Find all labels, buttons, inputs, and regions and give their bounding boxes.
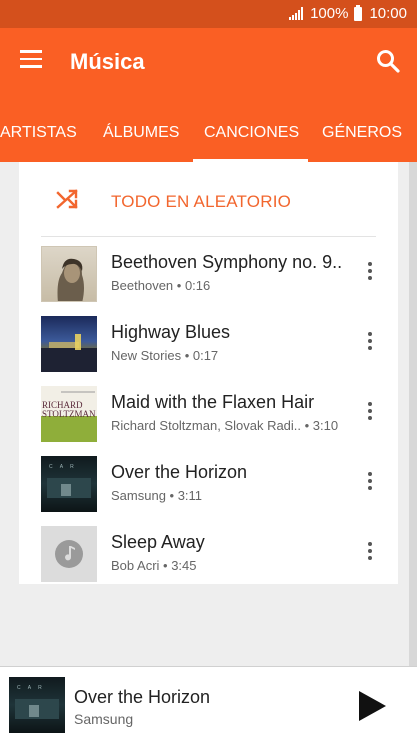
more-options-icon[interactable] bbox=[364, 542, 376, 566]
album-art-text: STOLTZMAN bbox=[42, 409, 96, 419]
more-options-icon[interactable] bbox=[364, 262, 376, 286]
app-bar: Música ARTISTAS ÁLBUMES CANCIONES GÉNERO… bbox=[0, 28, 417, 162]
song-row[interactable]: Sleep Away Bob Acri • 3:45 bbox=[19, 522, 398, 592]
now-playing-art: C A R bbox=[9, 677, 65, 733]
album-art bbox=[41, 246, 97, 302]
divider bbox=[41, 236, 376, 237]
more-options-icon[interactable] bbox=[364, 472, 376, 496]
more-options-icon[interactable] bbox=[364, 402, 376, 426]
tab-bar: ARTISTAS ÁLBUMES CANCIONES GÉNEROS bbox=[0, 122, 417, 162]
battery-icon bbox=[354, 4, 363, 21]
album-art-placeholder bbox=[41, 526, 97, 582]
shuffle-icon bbox=[56, 189, 78, 209]
song-row[interactable]: Highway Blues New Stories • 0:17 bbox=[19, 312, 398, 382]
tab-label: ARTISTAS bbox=[0, 124, 77, 141]
tab-canciones[interactable]: CANCIONES bbox=[193, 122, 308, 162]
song-title: Sleep Away bbox=[111, 532, 205, 552]
mini-player[interactable]: C A R Over the Horizon Samsung bbox=[0, 666, 417, 742]
song-row[interactable]: C A R Over the Horizon Samsung • 3:11 bbox=[19, 452, 398, 522]
tab-label: CANCIONES bbox=[204, 124, 300, 141]
song-list: TODO EN ALEATORIO Beethoven Symphony no.… bbox=[19, 162, 398, 584]
song-subtitle: New Stories • 0:17 bbox=[111, 348, 219, 363]
song-row[interactable]: RICHARD STOLTZMAN Maid with the Flaxen H… bbox=[19, 382, 398, 452]
song-title: Highway Blues bbox=[111, 322, 231, 342]
clock: 10:00 bbox=[369, 5, 407, 22]
page-title: Música bbox=[70, 49, 145, 74]
menu-icon[interactable] bbox=[20, 50, 44, 70]
svg-text:C A R: C A R bbox=[17, 685, 45, 691]
album-art: C A R bbox=[41, 456, 97, 512]
svg-text:C A R: C A R bbox=[49, 464, 77, 470]
status-bar: 100% 10:00 bbox=[0, 0, 417, 28]
battery-percent: 100% bbox=[310, 5, 349, 22]
song-subtitle: Beethoven • 0:16 bbox=[111, 278, 211, 293]
status-indicators: 100% 10:00 bbox=[289, 4, 407, 22]
song-subtitle: Bob Acri • 3:45 bbox=[111, 558, 197, 573]
tab-label: GÉNEROS bbox=[322, 124, 403, 141]
album-art: RICHARD STOLTZMAN bbox=[41, 386, 97, 442]
shuffle-all-button[interactable]: TODO EN ALEATORIO bbox=[19, 162, 398, 236]
music-note-icon bbox=[55, 540, 83, 568]
tab-albumes[interactable]: ÁLBUMES bbox=[103, 122, 181, 162]
tab-label: ÁLBUMES bbox=[103, 124, 180, 141]
song-title: Over the Horizon bbox=[111, 462, 248, 482]
signal-icon bbox=[289, 7, 304, 20]
song-subtitle: Samsung • 3:11 bbox=[111, 488, 203, 503]
shuffle-label: TODO EN ALEATORIO bbox=[111, 192, 292, 211]
tab-generos[interactable]: GÉNEROS bbox=[322, 122, 417, 162]
song-title: Beethoven Symphony no. 9.. bbox=[111, 252, 343, 272]
song-row[interactable]: Beethoven Symphony no. 9.. Beethoven • 0… bbox=[19, 242, 398, 312]
search-icon[interactable] bbox=[375, 48, 401, 74]
now-playing-title: Over the Horizon bbox=[74, 687, 211, 707]
song-subtitle: Richard Stoltzman, Slovak Radi.. • 3:10 bbox=[111, 418, 339, 433]
more-options-icon[interactable] bbox=[364, 332, 376, 356]
album-art bbox=[41, 316, 97, 372]
now-playing-artist: Samsung bbox=[74, 711, 134, 727]
song-title: Maid with the Flaxen Hair bbox=[111, 392, 315, 412]
scrollbar[interactable] bbox=[409, 162, 417, 666]
tab-artistas[interactable]: ARTISTAS bbox=[0, 122, 80, 162]
play-icon[interactable] bbox=[356, 689, 388, 723]
